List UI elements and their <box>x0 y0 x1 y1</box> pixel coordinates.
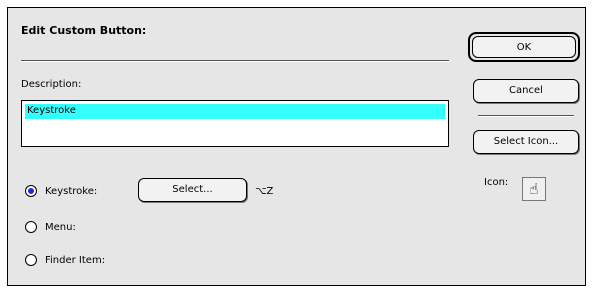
title-divider <box>21 60 449 62</box>
ok-button-label: OK <box>516 41 532 53</box>
keystroke-shortcut-display: ⌥Z <box>255 186 274 197</box>
ok-button-face: OK <box>472 36 576 58</box>
cancel-button-label: Cancel <box>509 85 543 96</box>
description-selection-highlight <box>25 104 445 119</box>
hand-pointer-icon: ☝ <box>522 177 546 201</box>
menu-radio-label: Menu: <box>45 222 76 233</box>
description-field-value: Keystroke <box>27 105 76 116</box>
ok-button[interactable]: OK <box>468 32 580 62</box>
cancel-button[interactable]: Cancel <box>473 79 579 103</box>
finder-item-radio-label: Finder Item: <box>45 255 106 266</box>
description-field[interactable]: Keystroke <box>21 100 449 147</box>
keystroke-radio-label: Keystroke: <box>45 186 98 197</box>
keystroke-radio[interactable] <box>25 185 37 197</box>
select-icon-button[interactable]: Select Icon... <box>473 130 579 154</box>
select-keystroke-button-label: Select... <box>172 184 213 195</box>
menu-radio[interactable] <box>25 221 37 233</box>
select-icon-button-label: Select Icon... <box>493 136 559 147</box>
side-divider <box>478 115 574 117</box>
finder-item-radio[interactable] <box>25 254 37 266</box>
description-label: Description: <box>21 79 82 90</box>
select-keystroke-button[interactable]: Select... <box>138 178 247 202</box>
icon-label: Icon: <box>484 177 509 188</box>
dialog-title: Edit Custom Button: <box>21 24 147 37</box>
